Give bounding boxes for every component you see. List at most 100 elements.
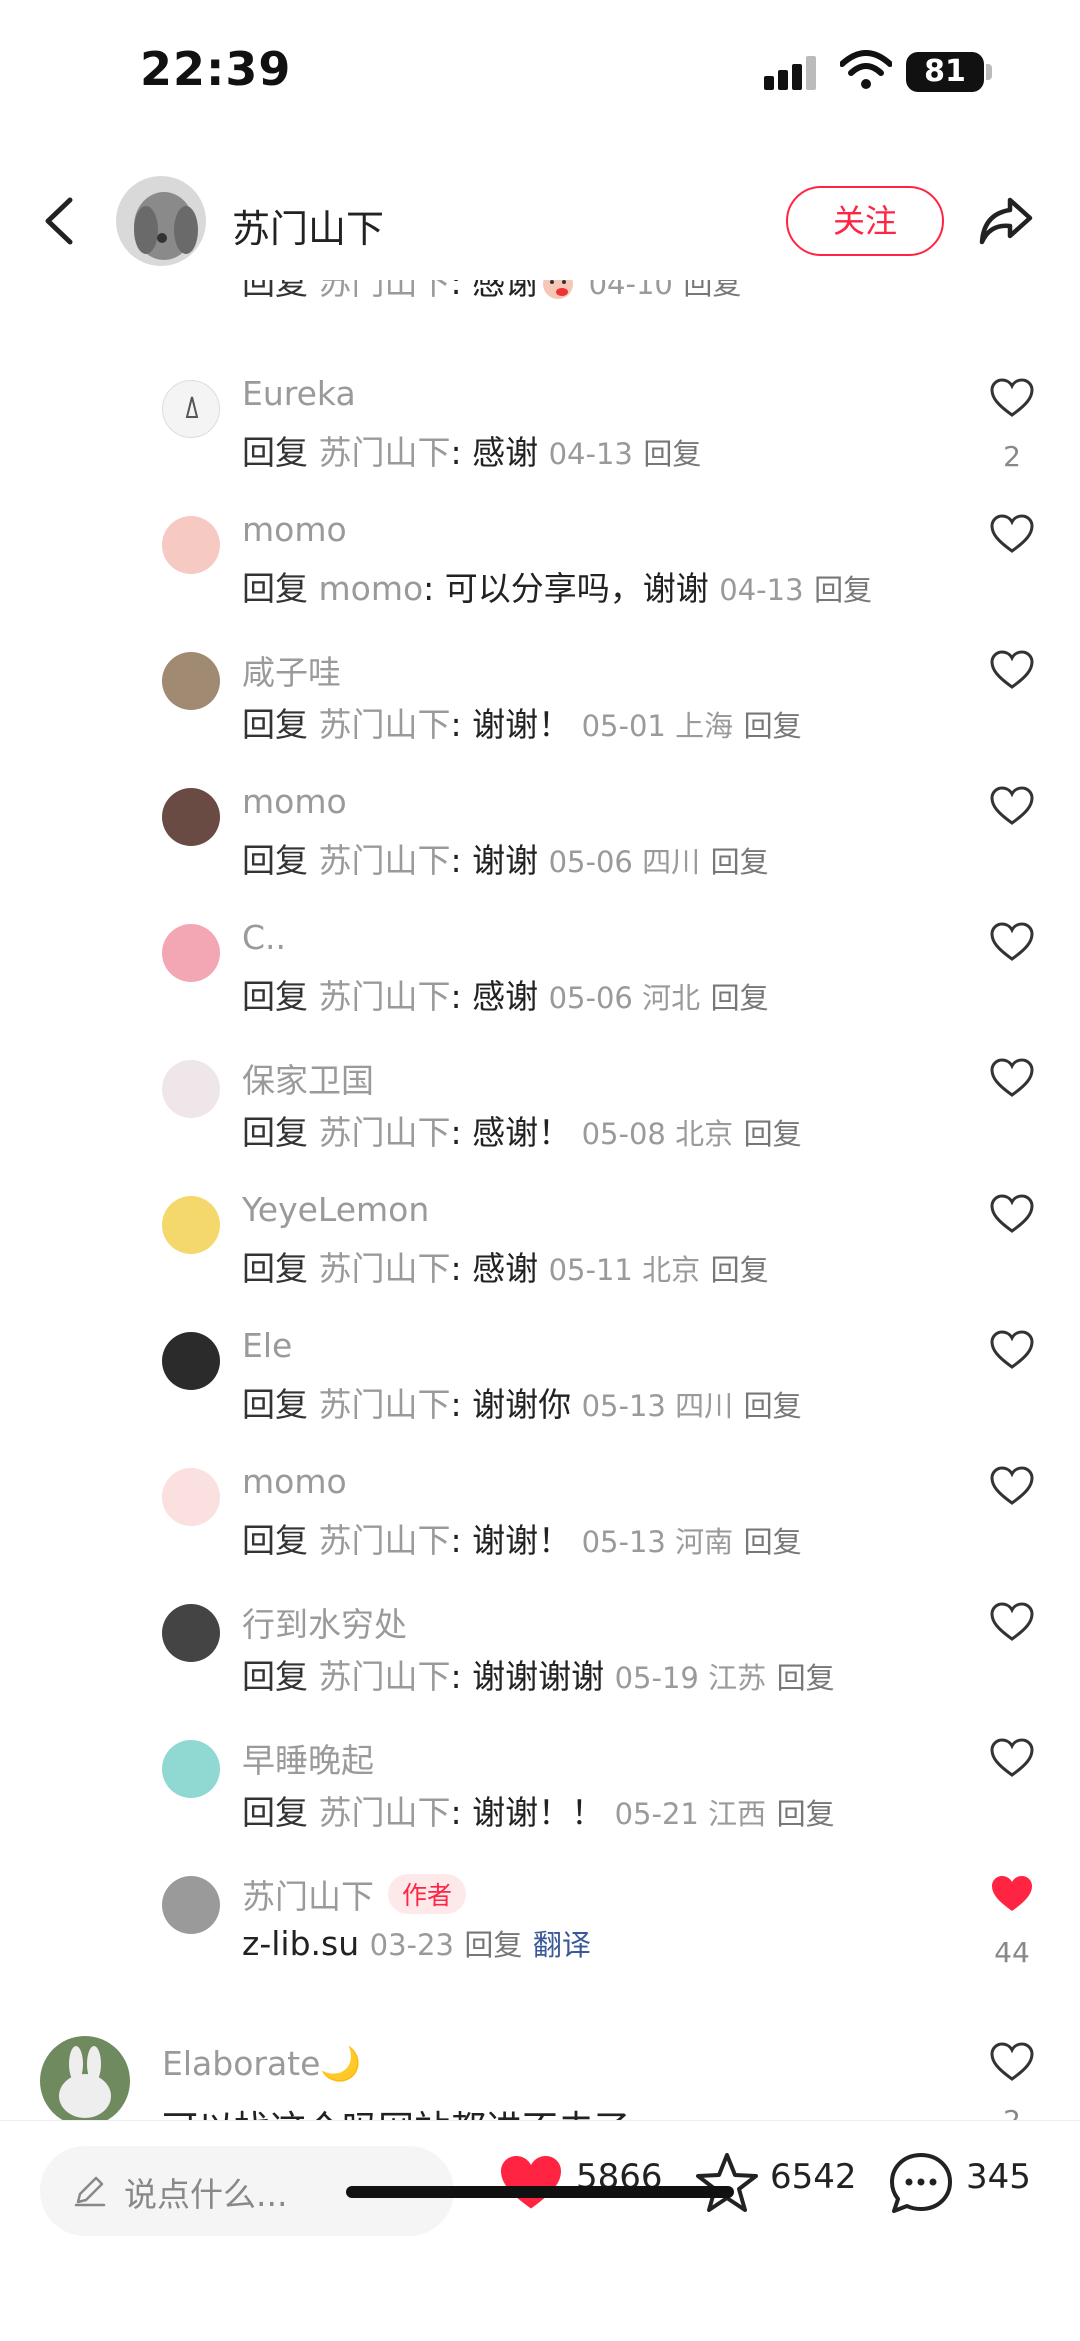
reply-button[interactable]: 回复 bbox=[643, 437, 701, 471]
reply-target[interactable]: 苏门山下 bbox=[319, 433, 451, 472]
pencil-icon bbox=[74, 2176, 106, 2207]
like-heart-icon[interactable] bbox=[990, 922, 1034, 962]
like-heart-icon[interactable] bbox=[990, 1330, 1034, 1370]
reply-content: 回复 苏门山下: 感谢 04-13 回复 bbox=[242, 433, 702, 472]
reply-content: 回复 苏门山下: 谢谢！ 05-01 上海 回复 bbox=[242, 705, 802, 744]
reply-button[interactable]: 回复 bbox=[814, 573, 872, 607]
reply-item: C.. 回复 苏门山下: 感谢 05-06 河北 回复 bbox=[0, 916, 1080, 1052]
moon-emoji-icon: 🌙 bbox=[320, 2044, 362, 2083]
reply-text: 谢谢！！ bbox=[472, 1793, 605, 1832]
reply-action-label: 回复 bbox=[242, 1521, 308, 1560]
reply-target[interactable]: 苏门山下 bbox=[319, 1521, 451, 1560]
user-avatar[interactable] bbox=[162, 1196, 220, 1254]
translate-button[interactable]: 翻译 bbox=[533, 1928, 591, 1962]
comment-username[interactable]: Elaborate bbox=[162, 2044, 320, 2083]
reply-target[interactable]: 苏门山下 bbox=[319, 1113, 451, 1152]
reply-action-label: 回复 bbox=[242, 705, 308, 744]
author-reply-username[interactable]: 苏门山下 bbox=[242, 1877, 374, 1916]
reply-text: 感谢！ bbox=[472, 1113, 572, 1152]
reply-button[interactable]: 回复 bbox=[711, 981, 769, 1015]
reply-button[interactable]: 回复 bbox=[744, 1389, 802, 1423]
user-avatar[interactable] bbox=[40, 2036, 130, 2120]
reply-item: 咸子哇 回复 苏门山下: 谢谢！ 05-01 上海 回复 bbox=[0, 644, 1080, 780]
reply-text: 谢谢你 bbox=[472, 1385, 572, 1424]
reply-target[interactable]: 苏门山下 bbox=[319, 280, 451, 302]
post-collect-count: 6542 bbox=[770, 2157, 857, 2197]
like-heart-icon[interactable] bbox=[990, 378, 1034, 418]
like-heart-icon[interactable] bbox=[990, 786, 1034, 826]
like-heart-icon[interactable] bbox=[990, 2042, 1034, 2082]
reply-username[interactable]: 咸子哇 bbox=[242, 646, 341, 694]
like-post-heart-icon[interactable] bbox=[498, 2153, 564, 2213]
reply-target[interactable]: 苏门山下 bbox=[319, 1385, 451, 1424]
reply-meta: 05-13 河南 bbox=[581, 1525, 734, 1559]
user-avatar[interactable] bbox=[162, 788, 220, 846]
reply-meta: 05-08 北京 bbox=[581, 1117, 734, 1151]
reply-target[interactable]: 苏门山下 bbox=[319, 977, 451, 1016]
user-avatar[interactable] bbox=[162, 380, 220, 438]
reply-target[interactable]: 苏门山下 bbox=[319, 1657, 451, 1696]
like-heart-icon[interactable] bbox=[990, 514, 1034, 554]
user-avatar[interactable] bbox=[162, 1060, 220, 1118]
like-heart-icon[interactable] bbox=[990, 1738, 1034, 1778]
author-reply-avatar[interactable] bbox=[162, 1876, 220, 1934]
share-icon[interactable] bbox=[976, 194, 1036, 248]
reply-meta: 03-23 bbox=[369, 1928, 454, 1962]
reply-meta: 05-06 四川 bbox=[548, 845, 701, 879]
wifi-icon bbox=[840, 50, 892, 89]
follow-button[interactable]: 关注 bbox=[786, 186, 944, 256]
reply-button[interactable]: 回复 bbox=[744, 1117, 802, 1151]
reply-username[interactable]: 行到水穷处 bbox=[242, 1598, 407, 1646]
avatar-drawing-icon bbox=[185, 396, 199, 418]
reply-button[interactable]: 回复 bbox=[683, 280, 741, 301]
like-heart-icon[interactable] bbox=[990, 1466, 1034, 1506]
reply-button[interactable]: 回复 bbox=[711, 845, 769, 879]
like-heart-icon[interactable] bbox=[990, 1194, 1034, 1234]
reply-button[interactable]: 回复 bbox=[744, 709, 802, 743]
reply-text: 谢谢谢谢 bbox=[472, 1657, 605, 1696]
user-avatar[interactable] bbox=[162, 652, 220, 710]
user-avatar[interactable] bbox=[162, 1332, 220, 1390]
star-collect-icon[interactable] bbox=[694, 2151, 760, 2215]
reply-target[interactable]: 苏门山下 bbox=[319, 705, 451, 744]
home-indicator[interactable] bbox=[346, 2186, 734, 2198]
reply-content: 回复 苏门山下: 感谢 05-11 北京 回复 bbox=[242, 1249, 769, 1288]
reply-target[interactable]: 苏门山下 bbox=[319, 1249, 451, 1288]
reply-button[interactable]: 回复 bbox=[777, 1661, 835, 1695]
author-avatar[interactable] bbox=[116, 176, 206, 266]
reply-target[interactable]: 苏门山下 bbox=[319, 841, 451, 880]
reply-username[interactable]: momo bbox=[242, 510, 347, 549]
reply-username[interactable]: 早睡晚起 bbox=[242, 1734, 374, 1782]
reply-button[interactable]: 回复 bbox=[711, 1253, 769, 1287]
reply-username[interactable]: C.. bbox=[242, 918, 286, 957]
reply-target[interactable]: momo bbox=[319, 569, 424, 608]
like-heart-icon[interactable] bbox=[990, 650, 1034, 690]
reply-button[interactable]: 回复 bbox=[777, 1797, 835, 1831]
reply-username[interactable]: Ele bbox=[242, 1326, 292, 1365]
like-count: 2 bbox=[1003, 440, 1021, 473]
reply-action-label: 回复 bbox=[242, 1793, 308, 1832]
user-avatar[interactable] bbox=[162, 1468, 220, 1526]
author-name[interactable]: 苏门山下 bbox=[232, 198, 384, 253]
like-heart-icon[interactable] bbox=[990, 1058, 1034, 1098]
liked-heart-icon[interactable] bbox=[990, 1874, 1034, 1914]
back-arrow-icon[interactable] bbox=[40, 196, 80, 246]
reply-username[interactable]: 保家卫国 bbox=[242, 1054, 374, 1102]
like-heart-icon[interactable] bbox=[990, 1602, 1034, 1642]
user-avatar[interactable] bbox=[162, 516, 220, 574]
reply-username[interactable]: momo bbox=[242, 1462, 347, 1501]
reply-content: z-lib.su 03-23 回复 翻译 bbox=[242, 1922, 591, 1964]
reply-username[interactable]: momo bbox=[242, 782, 347, 821]
reply-target[interactable]: 苏门山下 bbox=[319, 1793, 451, 1832]
reply-button[interactable]: 回复 bbox=[744, 1525, 802, 1559]
reply-username[interactable]: Eureka bbox=[242, 374, 356, 413]
comment-text: 可以找这个吗网站都进不去了 bbox=[162, 2100, 630, 2120]
user-avatar[interactable] bbox=[162, 1740, 220, 1798]
reply-username[interactable]: YeyeLemon bbox=[242, 1190, 429, 1229]
reply-item: Eureka 回复 苏门山下: 感谢 04-13 回复 2 bbox=[0, 372, 1080, 508]
user-avatar[interactable] bbox=[162, 1604, 220, 1662]
reply-button[interactable]: 回复 bbox=[464, 1928, 522, 1962]
comment-bubble-icon[interactable] bbox=[888, 2151, 954, 2217]
reply-action-label: 回复 bbox=[242, 1385, 308, 1424]
user-avatar[interactable] bbox=[162, 924, 220, 982]
